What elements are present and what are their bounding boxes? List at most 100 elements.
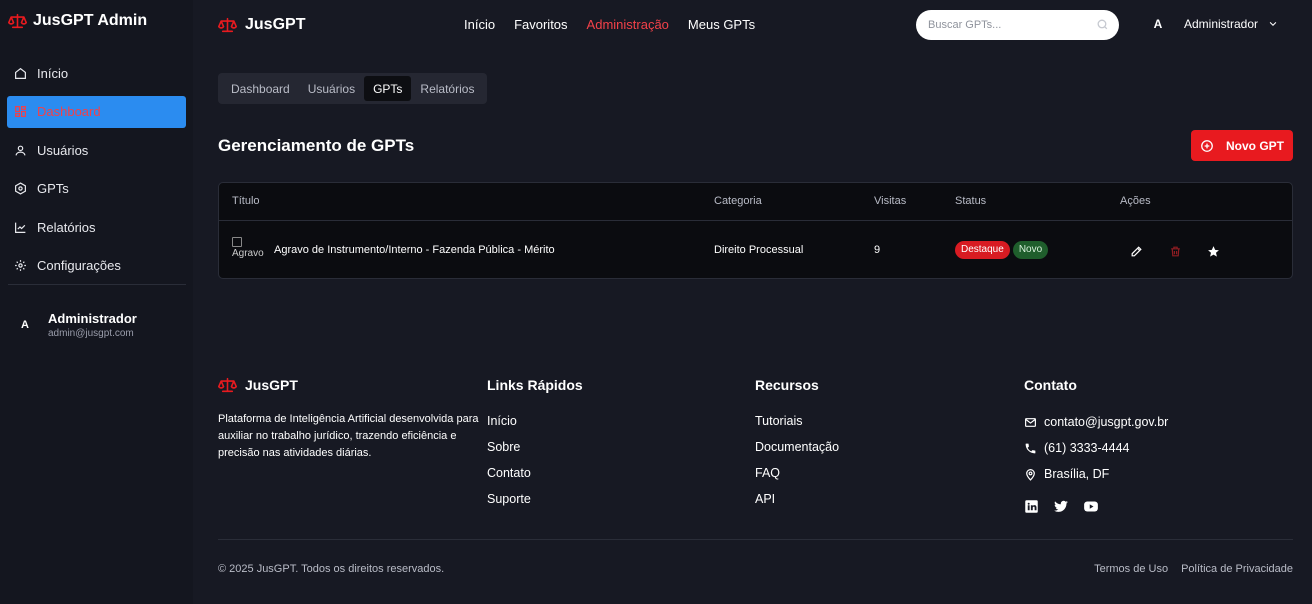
gpts-table: Título Categoria Visitas Status Ações Ag… xyxy=(218,182,1293,279)
page-title: Gerenciamento de GPTs xyxy=(218,136,415,155)
sidebar: JusGPT Admin Início Dashboard Usuários G… xyxy=(0,0,193,604)
admin-tabs: Dashboard Usuários GPTs Relatórios xyxy=(218,73,488,104)
footer-link-contato[interactable]: Contato xyxy=(487,460,583,486)
footer-contact-phone[interactable]: (61) 3333-4444 xyxy=(1024,435,1168,461)
header-nav-favoritos[interactable]: Favoritos xyxy=(514,17,567,32)
footer-link-faq[interactable]: FAQ xyxy=(755,460,839,486)
star-icon[interactable] xyxy=(1207,245,1220,258)
header-user-menu[interactable]: A Administrador xyxy=(1150,17,1278,31)
table-header: Título Categoria Visitas Status Ações xyxy=(219,183,1292,221)
sidebar-item-gpts[interactable]: GPTs xyxy=(7,173,186,205)
grid-icon xyxy=(15,106,26,117)
scales-icon xyxy=(8,13,27,29)
gpt-thumbnail-alt: Agravo xyxy=(232,248,264,259)
scales-icon xyxy=(218,377,237,393)
column-header-acoes: Ações xyxy=(1120,195,1151,207)
sidebar-divider xyxy=(8,284,186,285)
header-avatar: A xyxy=(1153,17,1163,31)
footer-link-suporte[interactable]: Suporte xyxy=(487,486,583,512)
sidebar-brand-label: JusGPT Admin xyxy=(33,12,148,29)
footer-copyright: © 2025 JusGPT. Todos os direitos reserva… xyxy=(218,563,445,575)
footer-contact-location-text: Brasília, DF xyxy=(1044,467,1110,481)
footer-link-inicio[interactable]: Início xyxy=(487,408,583,434)
twitter-icon[interactable] xyxy=(1053,499,1069,514)
footer-resources-title: Recursos xyxy=(755,377,819,393)
search-icon[interactable] xyxy=(1096,18,1109,31)
column-header-visitas: Visitas xyxy=(874,195,907,207)
sidebar-brand[interactable]: JusGPT Admin xyxy=(8,10,147,32)
social-links xyxy=(1024,499,1168,514)
bot-icon xyxy=(15,182,26,195)
header-nav-administracao[interactable]: Administração xyxy=(587,17,669,32)
sidebar-item-label: GPTs xyxy=(37,181,69,196)
footer-link-tutoriais[interactable]: Tutoriais xyxy=(755,408,839,434)
scales-icon xyxy=(218,17,237,33)
footer-about: JusGPT Plataforma de Inteligência Artifi… xyxy=(218,376,488,462)
footer-description: Plataforma de Inteligência Artificial de… xyxy=(218,413,479,459)
edit-icon[interactable] xyxy=(1130,245,1143,258)
footer-brand-label: JusGPT xyxy=(245,377,298,393)
footer-contact-email-text: contato@jusgpt.gov.br xyxy=(1044,415,1169,429)
footer-link-api[interactable]: API xyxy=(755,486,839,512)
status-badge-destaque: Destaque xyxy=(955,241,1010,259)
home-icon xyxy=(15,67,26,79)
header-nav-inicio[interactable]: Início xyxy=(464,17,495,32)
linkedin-icon[interactable] xyxy=(1024,499,1039,514)
header-brand-label: JusGPT xyxy=(245,16,306,33)
mail-icon xyxy=(1025,417,1036,427)
tab-usuarios[interactable]: Usuários xyxy=(299,76,364,101)
sidebar-user-email: admin@jusgpt.com xyxy=(48,328,134,339)
header-brand[interactable]: JusGPT xyxy=(218,14,305,36)
footer-contact-phone-text: (61) 3333-4444 xyxy=(1044,441,1130,455)
tab-relatorios[interactable]: Relatórios xyxy=(411,76,483,101)
footer-quick-links: Links Rápidos Início Sobre Contato Supor… xyxy=(487,376,583,512)
new-gpt-button[interactable]: Novo GPT xyxy=(1191,130,1293,161)
search-box xyxy=(916,10,1119,40)
avatar: A xyxy=(21,319,29,331)
delete-icon[interactable] xyxy=(1169,245,1182,258)
sidebar-item-inicio[interactable]: Início xyxy=(7,57,186,89)
sidebar-item-label: Dashboard xyxy=(37,104,101,119)
sidebar-item-dashboard[interactable]: Dashboard xyxy=(7,95,186,128)
footer-contact-email[interactable]: contato@jusgpt.gov.br xyxy=(1024,409,1168,435)
header-nav: Início Favoritos Administração Meus GPTs xyxy=(464,17,755,32)
new-gpt-button-label: Novo GPT xyxy=(1225,138,1284,153)
header-nav-meus-gpts[interactable]: Meus GPTs xyxy=(688,17,755,32)
search-input[interactable] xyxy=(928,19,1088,31)
sidebar-item-configuracoes[interactable]: Configurações xyxy=(7,250,186,282)
footer-link-documentacao[interactable]: Documentação xyxy=(755,434,839,460)
footer-brand: JusGPT xyxy=(218,376,488,394)
phone-icon xyxy=(1025,443,1036,453)
header-user-name: Administrador xyxy=(1184,17,1259,31)
sidebar-user[interactable]: A Administrador admin@jusgpt.com xyxy=(14,311,137,339)
column-header-titulo: Título xyxy=(232,195,260,207)
sidebar-item-label: Usuários xyxy=(37,142,89,158)
status-badge-novo: Novo xyxy=(1012,241,1049,259)
gpt-visits: 9 xyxy=(874,244,881,256)
footer-contact-title: Contato xyxy=(1024,377,1077,393)
footer-link-sobre[interactable]: Sobre xyxy=(487,434,583,460)
tab-dashboard[interactable]: Dashboard xyxy=(222,76,299,101)
user-icon xyxy=(15,145,26,155)
broken-image-icon xyxy=(232,237,242,248)
gear-icon xyxy=(15,260,26,271)
sidebar-user-name: Administrador xyxy=(48,311,137,326)
footer-legal-links: Termos de Uso Política de Privacidade xyxy=(1094,563,1293,575)
footer-link-privacidade[interactable]: Política de Privacidade xyxy=(1181,563,1293,575)
youtube-icon[interactable] xyxy=(1083,499,1099,514)
gpt-title[interactable]: Agravo de Instrumento/Interno - Fazenda … xyxy=(274,244,555,256)
gpt-category: Direito Processual xyxy=(714,244,804,256)
footer-divider xyxy=(218,539,1293,540)
sidebar-item-relatorios[interactable]: Relatórios xyxy=(7,211,186,243)
sidebar-nav: Início Dashboard Usuários GPTs Relatório… xyxy=(7,57,186,288)
column-header-status: Status xyxy=(955,195,987,207)
footer-link-termos[interactable]: Termos de Uso xyxy=(1094,563,1168,575)
footer-quick-links-title: Links Rápidos xyxy=(487,377,583,393)
sidebar-item-usuarios[interactable]: Usuários xyxy=(7,134,186,166)
sidebar-item-label: Início xyxy=(37,65,69,81)
chevron-down-icon xyxy=(1269,21,1277,26)
tab-gpts[interactable]: GPTs xyxy=(364,76,412,101)
table-row[interactable]: Agravo Agravo de Instrumento/Interno - F… xyxy=(219,221,1292,279)
gpt-thumbnail: Agravo xyxy=(232,237,264,263)
footer-contact: Contato contato@jusgpt.gov.br (61) 3333-… xyxy=(1024,376,1168,514)
